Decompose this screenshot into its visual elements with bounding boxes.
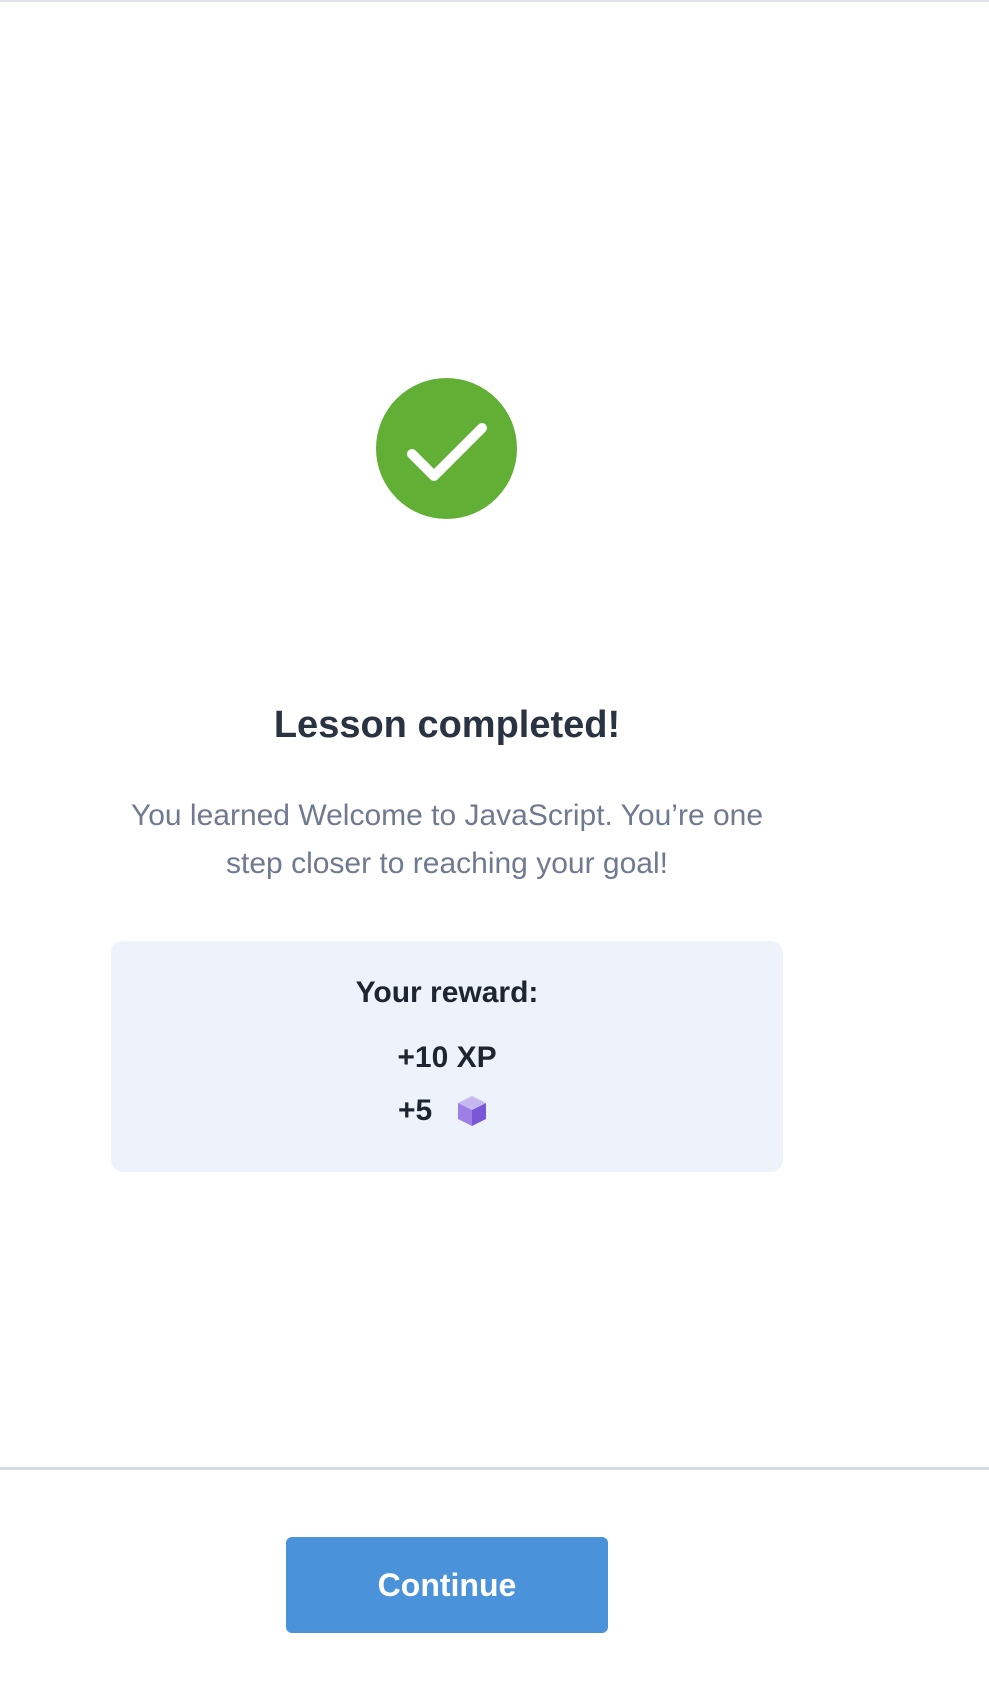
completion-message: You learned Welcome to JavaScript. You’r… bbox=[130, 799, 764, 880]
reward-heading: Your reward: bbox=[355, 976, 539, 1009]
footer-divider bbox=[0, 1467, 989, 1470]
purple-cube-gem-icon bbox=[458, 1096, 487, 1126]
completion-title: Lesson completed! bbox=[273, 704, 621, 746]
continue-button[interactable]: Continue bbox=[286, 1537, 608, 1633]
reward-gems-row: +5 bbox=[398, 1091, 488, 1131]
top-border bbox=[0, 0, 989, 2]
reward-gems: +5 bbox=[398, 1094, 433, 1127]
reward-xp: +10 XP bbox=[397, 1041, 497, 1074]
checkmark-icon bbox=[407, 423, 487, 481]
reward-panel: Your reward: +10 XP +5 bbox=[111, 941, 783, 1172]
success-badge bbox=[376, 378, 517, 519]
